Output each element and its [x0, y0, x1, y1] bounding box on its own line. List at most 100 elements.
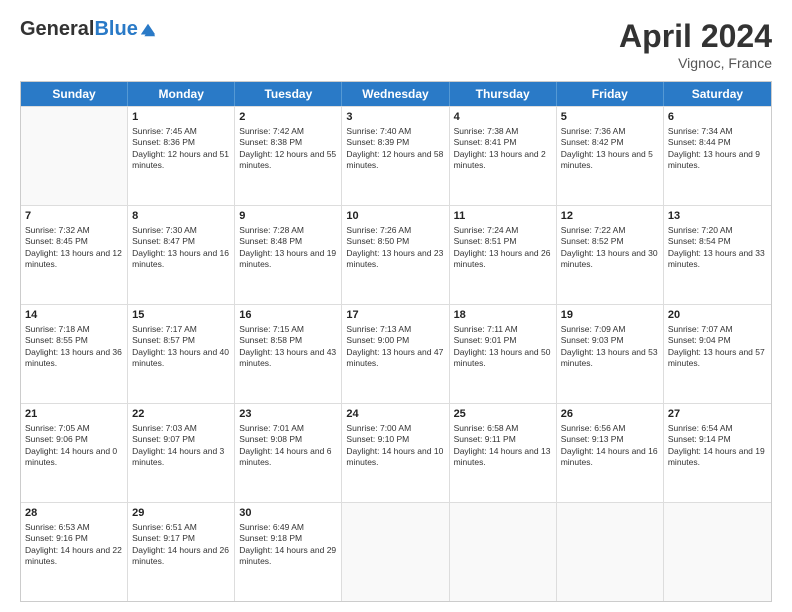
- calendar-row-1: 7Sunrise: 7:32 AM Sunset: 8:45 PM Daylig…: [21, 205, 771, 304]
- calendar-cell-3-2: 23Sunrise: 7:01 AM Sunset: 9:08 PM Dayli…: [235, 404, 342, 502]
- calendar-cell-3-4: 25Sunrise: 6:58 AM Sunset: 9:11 PM Dayli…: [450, 404, 557, 502]
- calendar-cell-2-6: 20Sunrise: 7:07 AM Sunset: 9:04 PM Dayli…: [664, 305, 771, 403]
- cell-details: Sunrise: 7:30 AM Sunset: 8:47 PM Dayligh…: [132, 225, 230, 271]
- header: GeneralBlue April 2024 Vignoc, France: [20, 18, 772, 71]
- cell-details: Sunrise: 7:07 AM Sunset: 9:04 PM Dayligh…: [668, 324, 767, 370]
- calendar-cell-0-5: 5Sunrise: 7:36 AM Sunset: 8:42 PM Daylig…: [557, 107, 664, 205]
- header-monday: Monday: [128, 82, 235, 106]
- calendar-cell-2-0: 14Sunrise: 7:18 AM Sunset: 8:55 PM Dayli…: [21, 305, 128, 403]
- calendar-cell-2-5: 19Sunrise: 7:09 AM Sunset: 9:03 PM Dayli…: [557, 305, 664, 403]
- calendar-cell-3-6: 27Sunrise: 6:54 AM Sunset: 9:14 PM Dayli…: [664, 404, 771, 502]
- cell-details: Sunrise: 7:24 AM Sunset: 8:51 PM Dayligh…: [454, 225, 552, 271]
- title-month: April 2024: [619, 18, 772, 55]
- calendar-cell-4-2: 30Sunrise: 6:49 AM Sunset: 9:18 PM Dayli…: [235, 503, 342, 601]
- day-number: 15: [132, 308, 230, 323]
- logo: GeneralBlue: [20, 18, 157, 41]
- day-number: 21: [25, 407, 123, 422]
- day-number: 6: [668, 110, 767, 125]
- calendar-cell-0-0: [21, 107, 128, 205]
- day-number: 14: [25, 308, 123, 323]
- day-number: 27: [668, 407, 767, 422]
- calendar-cell-3-3: 24Sunrise: 7:00 AM Sunset: 9:10 PM Dayli…: [342, 404, 449, 502]
- cell-details: Sunrise: 7:17 AM Sunset: 8:57 PM Dayligh…: [132, 324, 230, 370]
- calendar-cell-1-3: 10Sunrise: 7:26 AM Sunset: 8:50 PM Dayli…: [342, 206, 449, 304]
- cell-details: Sunrise: 6:51 AM Sunset: 9:17 PM Dayligh…: [132, 522, 230, 568]
- calendar-cell-0-6: 6Sunrise: 7:34 AM Sunset: 8:44 PM Daylig…: [664, 107, 771, 205]
- calendar-cell-0-1: 1Sunrise: 7:45 AM Sunset: 8:36 PM Daylig…: [128, 107, 235, 205]
- cell-details: Sunrise: 7:34 AM Sunset: 8:44 PM Dayligh…: [668, 126, 767, 172]
- day-number: 4: [454, 110, 552, 125]
- cell-details: Sunrise: 7:15 AM Sunset: 8:58 PM Dayligh…: [239, 324, 337, 370]
- calendar-cell-0-4: 4Sunrise: 7:38 AM Sunset: 8:41 PM Daylig…: [450, 107, 557, 205]
- header-thursday: Thursday: [450, 82, 557, 106]
- calendar-cell-3-1: 22Sunrise: 7:03 AM Sunset: 9:07 PM Dayli…: [128, 404, 235, 502]
- cell-details: Sunrise: 6:54 AM Sunset: 9:14 PM Dayligh…: [668, 423, 767, 469]
- header-sunday: Sunday: [21, 82, 128, 106]
- cell-details: Sunrise: 7:00 AM Sunset: 9:10 PM Dayligh…: [346, 423, 444, 469]
- calendar-cell-4-1: 29Sunrise: 6:51 AM Sunset: 9:17 PM Dayli…: [128, 503, 235, 601]
- day-number: 11: [454, 209, 552, 224]
- calendar-cell-4-6: [664, 503, 771, 601]
- day-number: 16: [239, 308, 337, 323]
- day-number: 10: [346, 209, 444, 224]
- calendar-row-0: 1Sunrise: 7:45 AM Sunset: 8:36 PM Daylig…: [21, 106, 771, 205]
- calendar: Sunday Monday Tuesday Wednesday Thursday…: [20, 81, 772, 602]
- calendar-cell-3-0: 21Sunrise: 7:05 AM Sunset: 9:06 PM Dayli…: [21, 404, 128, 502]
- day-number: 5: [561, 110, 659, 125]
- logo-general: GeneralBlue: [20, 18, 138, 41]
- page: GeneralBlue April 2024 Vignoc, France Su…: [0, 0, 792, 612]
- calendar-cell-0-3: 3Sunrise: 7:40 AM Sunset: 8:39 PM Daylig…: [342, 107, 449, 205]
- day-number: 30: [239, 506, 337, 521]
- cell-details: Sunrise: 6:49 AM Sunset: 9:18 PM Dayligh…: [239, 522, 337, 568]
- day-number: 19: [561, 308, 659, 323]
- cell-details: Sunrise: 6:56 AM Sunset: 9:13 PM Dayligh…: [561, 423, 659, 469]
- calendar-cell-1-5: 12Sunrise: 7:22 AM Sunset: 8:52 PM Dayli…: [557, 206, 664, 304]
- calendar-cell-2-3: 17Sunrise: 7:13 AM Sunset: 9:00 PM Dayli…: [342, 305, 449, 403]
- title-block: April 2024 Vignoc, France: [619, 18, 772, 71]
- calendar-cell-1-4: 11Sunrise: 7:24 AM Sunset: 8:51 PM Dayli…: [450, 206, 557, 304]
- cell-details: Sunrise: 7:38 AM Sunset: 8:41 PM Dayligh…: [454, 126, 552, 172]
- calendar-cell-4-0: 28Sunrise: 6:53 AM Sunset: 9:16 PM Dayli…: [21, 503, 128, 601]
- calendar-cell-2-1: 15Sunrise: 7:17 AM Sunset: 8:57 PM Dayli…: [128, 305, 235, 403]
- calendar-header: Sunday Monday Tuesday Wednesday Thursday…: [21, 82, 771, 106]
- day-number: 13: [668, 209, 767, 224]
- calendar-body: 1Sunrise: 7:45 AM Sunset: 8:36 PM Daylig…: [21, 106, 771, 601]
- calendar-cell-0-2: 2Sunrise: 7:42 AM Sunset: 8:38 PM Daylig…: [235, 107, 342, 205]
- calendar-cell-4-5: [557, 503, 664, 601]
- day-number: 17: [346, 308, 444, 323]
- header-wednesday: Wednesday: [342, 82, 449, 106]
- cell-details: Sunrise: 7:28 AM Sunset: 8:48 PM Dayligh…: [239, 225, 337, 271]
- calendar-cell-2-4: 18Sunrise: 7:11 AM Sunset: 9:01 PM Dayli…: [450, 305, 557, 403]
- day-number: 7: [25, 209, 123, 224]
- calendar-cell-1-1: 8Sunrise: 7:30 AM Sunset: 8:47 PM Daylig…: [128, 206, 235, 304]
- day-number: 28: [25, 506, 123, 521]
- cell-details: Sunrise: 7:40 AM Sunset: 8:39 PM Dayligh…: [346, 126, 444, 172]
- cell-details: Sunrise: 6:58 AM Sunset: 9:11 PM Dayligh…: [454, 423, 552, 469]
- calendar-row-3: 21Sunrise: 7:05 AM Sunset: 9:06 PM Dayli…: [21, 403, 771, 502]
- day-number: 12: [561, 209, 659, 224]
- cell-details: Sunrise: 7:13 AM Sunset: 9:00 PM Dayligh…: [346, 324, 444, 370]
- calendar-row-4: 28Sunrise: 6:53 AM Sunset: 9:16 PM Dayli…: [21, 502, 771, 601]
- cell-details: Sunrise: 7:11 AM Sunset: 9:01 PM Dayligh…: [454, 324, 552, 370]
- cell-details: Sunrise: 7:32 AM Sunset: 8:45 PM Dayligh…: [25, 225, 123, 271]
- cell-details: Sunrise: 7:05 AM Sunset: 9:06 PM Dayligh…: [25, 423, 123, 469]
- cell-details: Sunrise: 7:03 AM Sunset: 9:07 PM Dayligh…: [132, 423, 230, 469]
- day-number: 8: [132, 209, 230, 224]
- day-number: 2: [239, 110, 337, 125]
- day-number: 1: [132, 110, 230, 125]
- cell-details: Sunrise: 7:26 AM Sunset: 8:50 PM Dayligh…: [346, 225, 444, 271]
- logo-icon: [139, 21, 157, 39]
- cell-details: Sunrise: 7:09 AM Sunset: 9:03 PM Dayligh…: [561, 324, 659, 370]
- day-number: 25: [454, 407, 552, 422]
- calendar-cell-4-4: [450, 503, 557, 601]
- day-number: 3: [346, 110, 444, 125]
- calendar-cell-1-6: 13Sunrise: 7:20 AM Sunset: 8:54 PM Dayli…: [664, 206, 771, 304]
- calendar-cell-1-0: 7Sunrise: 7:32 AM Sunset: 8:45 PM Daylig…: [21, 206, 128, 304]
- calendar-cell-3-5: 26Sunrise: 6:56 AM Sunset: 9:13 PM Dayli…: [557, 404, 664, 502]
- day-number: 18: [454, 308, 552, 323]
- cell-details: Sunrise: 6:53 AM Sunset: 9:16 PM Dayligh…: [25, 522, 123, 568]
- day-number: 23: [239, 407, 337, 422]
- calendar-cell-2-2: 16Sunrise: 7:15 AM Sunset: 8:58 PM Dayli…: [235, 305, 342, 403]
- cell-details: Sunrise: 7:42 AM Sunset: 8:38 PM Dayligh…: [239, 126, 337, 172]
- calendar-cell-1-2: 9Sunrise: 7:28 AM Sunset: 8:48 PM Daylig…: [235, 206, 342, 304]
